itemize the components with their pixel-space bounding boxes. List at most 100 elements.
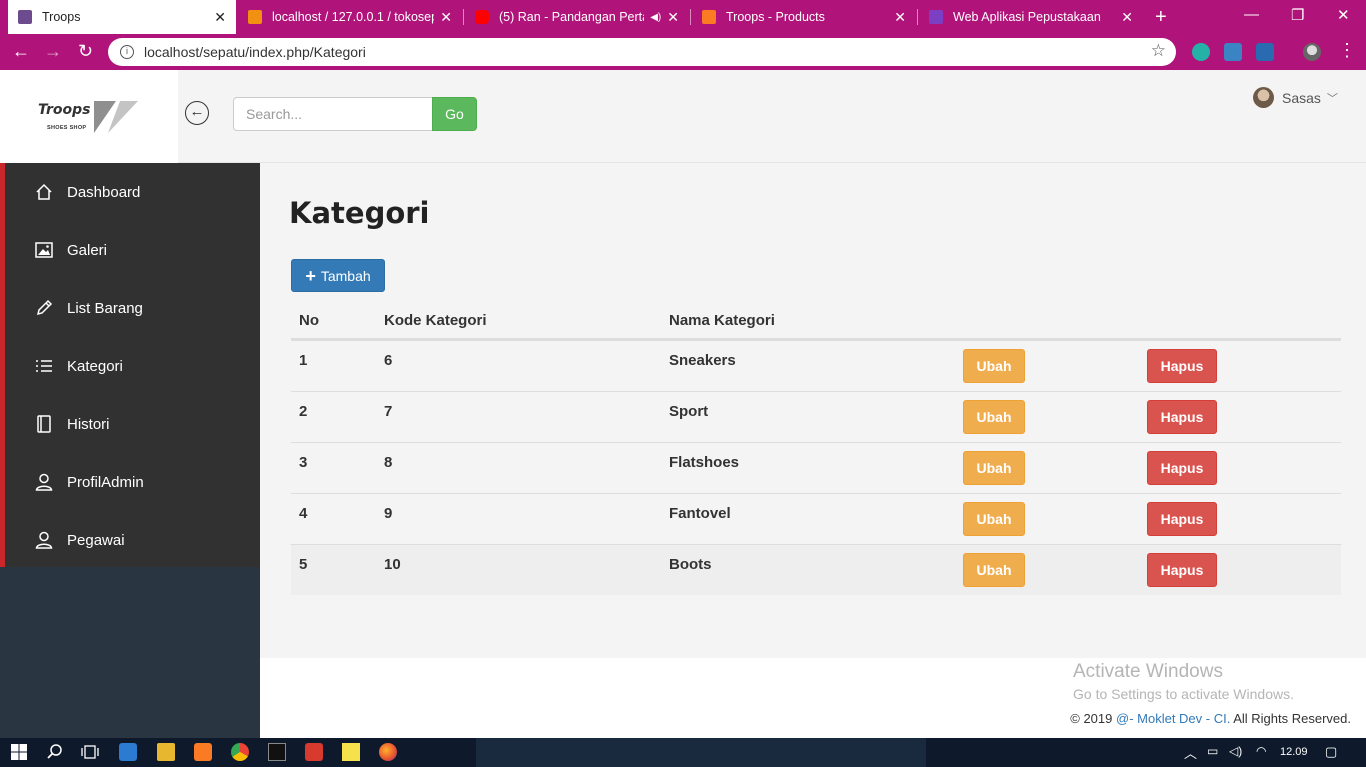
url-text[interactable]: localhost/sepatu/index.php/Kategori <box>144 44 366 60</box>
copyright-link[interactable]: @- Moklet Dev - CI. <box>1116 711 1230 726</box>
clock-time[interactable]: 12.09 <box>1280 746 1308 758</box>
windows-start-icon[interactable] <box>10 743 28 761</box>
profile-avatar-icon[interactable] <box>1303 43 1321 61</box>
copyright-suffix: All Rights Reserved. <box>1230 711 1351 726</box>
close-tab-icon[interactable]: ✕ <box>440 9 452 26</box>
tab-youtube[interactable]: (5) Ran - Pandangan Pertama ◀) ✕ <box>465 0 689 34</box>
delete-button[interactable]: Hapus <box>1147 400 1217 434</box>
table-row: 1 6 Sneakers Ubah Hapus <box>291 340 1341 391</box>
home-icon <box>34 182 54 202</box>
cell-no: 4 <box>299 505 308 522</box>
wifi-icon[interactable]: ◠ <box>1256 744 1266 758</box>
minimize-icon[interactable]: — <box>1244 6 1259 23</box>
xampp-icon[interactable] <box>194 743 212 761</box>
profile-favicon-icon <box>929 10 943 24</box>
kategori-table: No Kode Kategori Nama Kategori 1 6 Sneak… <box>291 300 1341 595</box>
sidebar-item-profiladmin[interactable]: ProfilAdmin <box>5 453 260 511</box>
delete-button[interactable]: Hapus <box>1147 451 1217 485</box>
activate-windows-subtitle: Go to Settings to activate Windows. <box>1073 686 1294 702</box>
search-icon[interactable] <box>46 743 64 761</box>
sidebar-item-pegawai[interactable]: Pegawai <box>5 511 260 569</box>
logo-subtitle: SHOES SHOP <box>47 125 87 131</box>
chevron-down-icon: ﹀ <box>1326 92 1338 105</box>
volume-icon[interactable]: ◁) <box>1229 744 1242 758</box>
filezilla-icon[interactable] <box>305 743 323 761</box>
sidebar-item-label: Histori <box>67 415 110 433</box>
delete-button[interactable]: Hapus <box>1147 502 1217 536</box>
sidebar-item-kategori[interactable]: Kategori <box>5 337 260 395</box>
edit-button[interactable]: Ubah <box>963 553 1025 587</box>
image-icon <box>34 240 54 260</box>
extension-reader-icon[interactable] <box>1256 43 1274 61</box>
book-icon <box>34 414 54 434</box>
cell-nama: Sport <box>669 403 709 420</box>
battery-icon[interactable]: ▭ <box>1207 744 1218 758</box>
cell-no: 5 <box>299 556 308 573</box>
sidebar-item-histori[interactable]: Histori <box>5 395 260 453</box>
notification-icon[interactable]: ▢ <box>1325 744 1337 760</box>
delete-button[interactable]: Hapus <box>1147 349 1217 383</box>
sidebar-item-label: Kategori <box>67 357 123 375</box>
tab-title: localhost / 127.0.0.1 / tokosepatu <box>272 10 434 24</box>
extension-home-icon[interactable] <box>1224 43 1242 61</box>
close-tab-icon[interactable]: ✕ <box>667 9 679 26</box>
close-tab-icon[interactable]: ✕ <box>1121 9 1133 26</box>
cell-kode: 8 <box>384 454 393 471</box>
close-tab-icon[interactable]: ✕ <box>894 9 906 26</box>
plus-icon: + <box>305 265 316 286</box>
sidebar-item-list-barang[interactable]: List Barang <box>5 279 260 337</box>
tab-phpmyadmin[interactable]: localhost / 127.0.0.1 / tokosepatu ✕ <box>238 0 462 34</box>
sidebar-menu: Dashboard Galeri List Barang Kategori Hi… <box>0 163 260 567</box>
site-info-icon[interactable]: i <box>120 45 134 59</box>
tab-troops-products[interactable]: Troops - Products ✕ <box>692 0 916 34</box>
close-tab-icon[interactable]: ✕ <box>214 9 226 26</box>
edit-button[interactable]: Ubah <box>963 400 1025 434</box>
sticky-notes-icon[interactable] <box>342 743 360 761</box>
delete-button[interactable]: Hapus <box>1147 553 1217 587</box>
command-prompt-icon[interactable] <box>268 743 286 761</box>
logo-text: Troops <box>38 102 91 118</box>
sidebar-item-galeri[interactable]: Galeri <box>5 221 260 279</box>
tab-title: Web Aplikasi Pepustakaan <box>953 10 1101 24</box>
user-icon <box>34 472 54 492</box>
add-button[interactable]: + Tambah <box>291 259 385 292</box>
close-window-icon[interactable]: ✕ <box>1337 6 1350 24</box>
tab-troops[interactable]: Troops ✕ <box>8 0 236 34</box>
forward-arrow-icon[interactable]: → <box>44 41 62 62</box>
edit-button[interactable]: Ubah <box>963 451 1025 485</box>
chevron-up-icon[interactable]: ︿ <box>1184 743 1197 762</box>
bookmark-star-icon[interactable]: ☆ <box>1151 41 1166 61</box>
user-menu[interactable]: Sasas ﹀ <box>1253 87 1338 108</box>
sidebar-item-label: Galeri <box>67 241 108 259</box>
task-view-icon[interactable] <box>81 743 99 761</box>
tab-web-aplikasi[interactable]: Web Aplikasi Pepustakaan ✕ <box>919 0 1143 34</box>
sidebar-toggle-back-icon[interactable]: ← <box>185 101 209 125</box>
vscode-icon[interactable] <box>119 743 137 761</box>
cell-kode: 6 <box>384 352 393 369</box>
chrome-icon[interactable] <box>231 743 249 761</box>
cell-nama: Sneakers <box>669 352 736 369</box>
extension-m-icon[interactable] <box>1192 43 1210 61</box>
edit-button[interactable]: Ubah <box>963 502 1025 536</box>
taskbar-empty-area <box>476 738 926 767</box>
tab-separator <box>917 9 918 25</box>
sidebar-item-label: List Barang <box>67 299 143 317</box>
menu-dots-icon[interactable]: ⋮ <box>1338 40 1356 61</box>
restore-icon[interactable]: ❐ <box>1291 6 1304 24</box>
table-row: 3 8 Flatshoes Ubah Hapus <box>291 442 1341 493</box>
edit-button[interactable]: Ubah <box>963 349 1025 383</box>
tab-separator <box>463 9 464 25</box>
logo[interactable]: Troops SHOES SHOP <box>0 70 178 163</box>
page-title: Kategori <box>289 196 430 230</box>
address-bar[interactable]: i localhost/sepatu/index.php/Kategori ☆ <box>108 38 1176 66</box>
firefox-icon[interactable] <box>379 743 397 761</box>
reload-icon[interactable]: ↻ <box>78 41 93 62</box>
search-go-button[interactable]: Go <box>432 97 477 131</box>
new-tab-icon[interactable]: + <box>1155 6 1167 29</box>
audio-playing-icon[interactable]: ◀) <box>650 12 661 23</box>
back-arrow-icon[interactable]: ← <box>12 41 30 62</box>
file-explorer-icon[interactable] <box>157 743 175 761</box>
search-input[interactable] <box>233 97 433 131</box>
table-header: No Kode Kategori Nama Kategori <box>291 300 1341 340</box>
sidebar-item-dashboard[interactable]: Dashboard <box>5 163 260 221</box>
